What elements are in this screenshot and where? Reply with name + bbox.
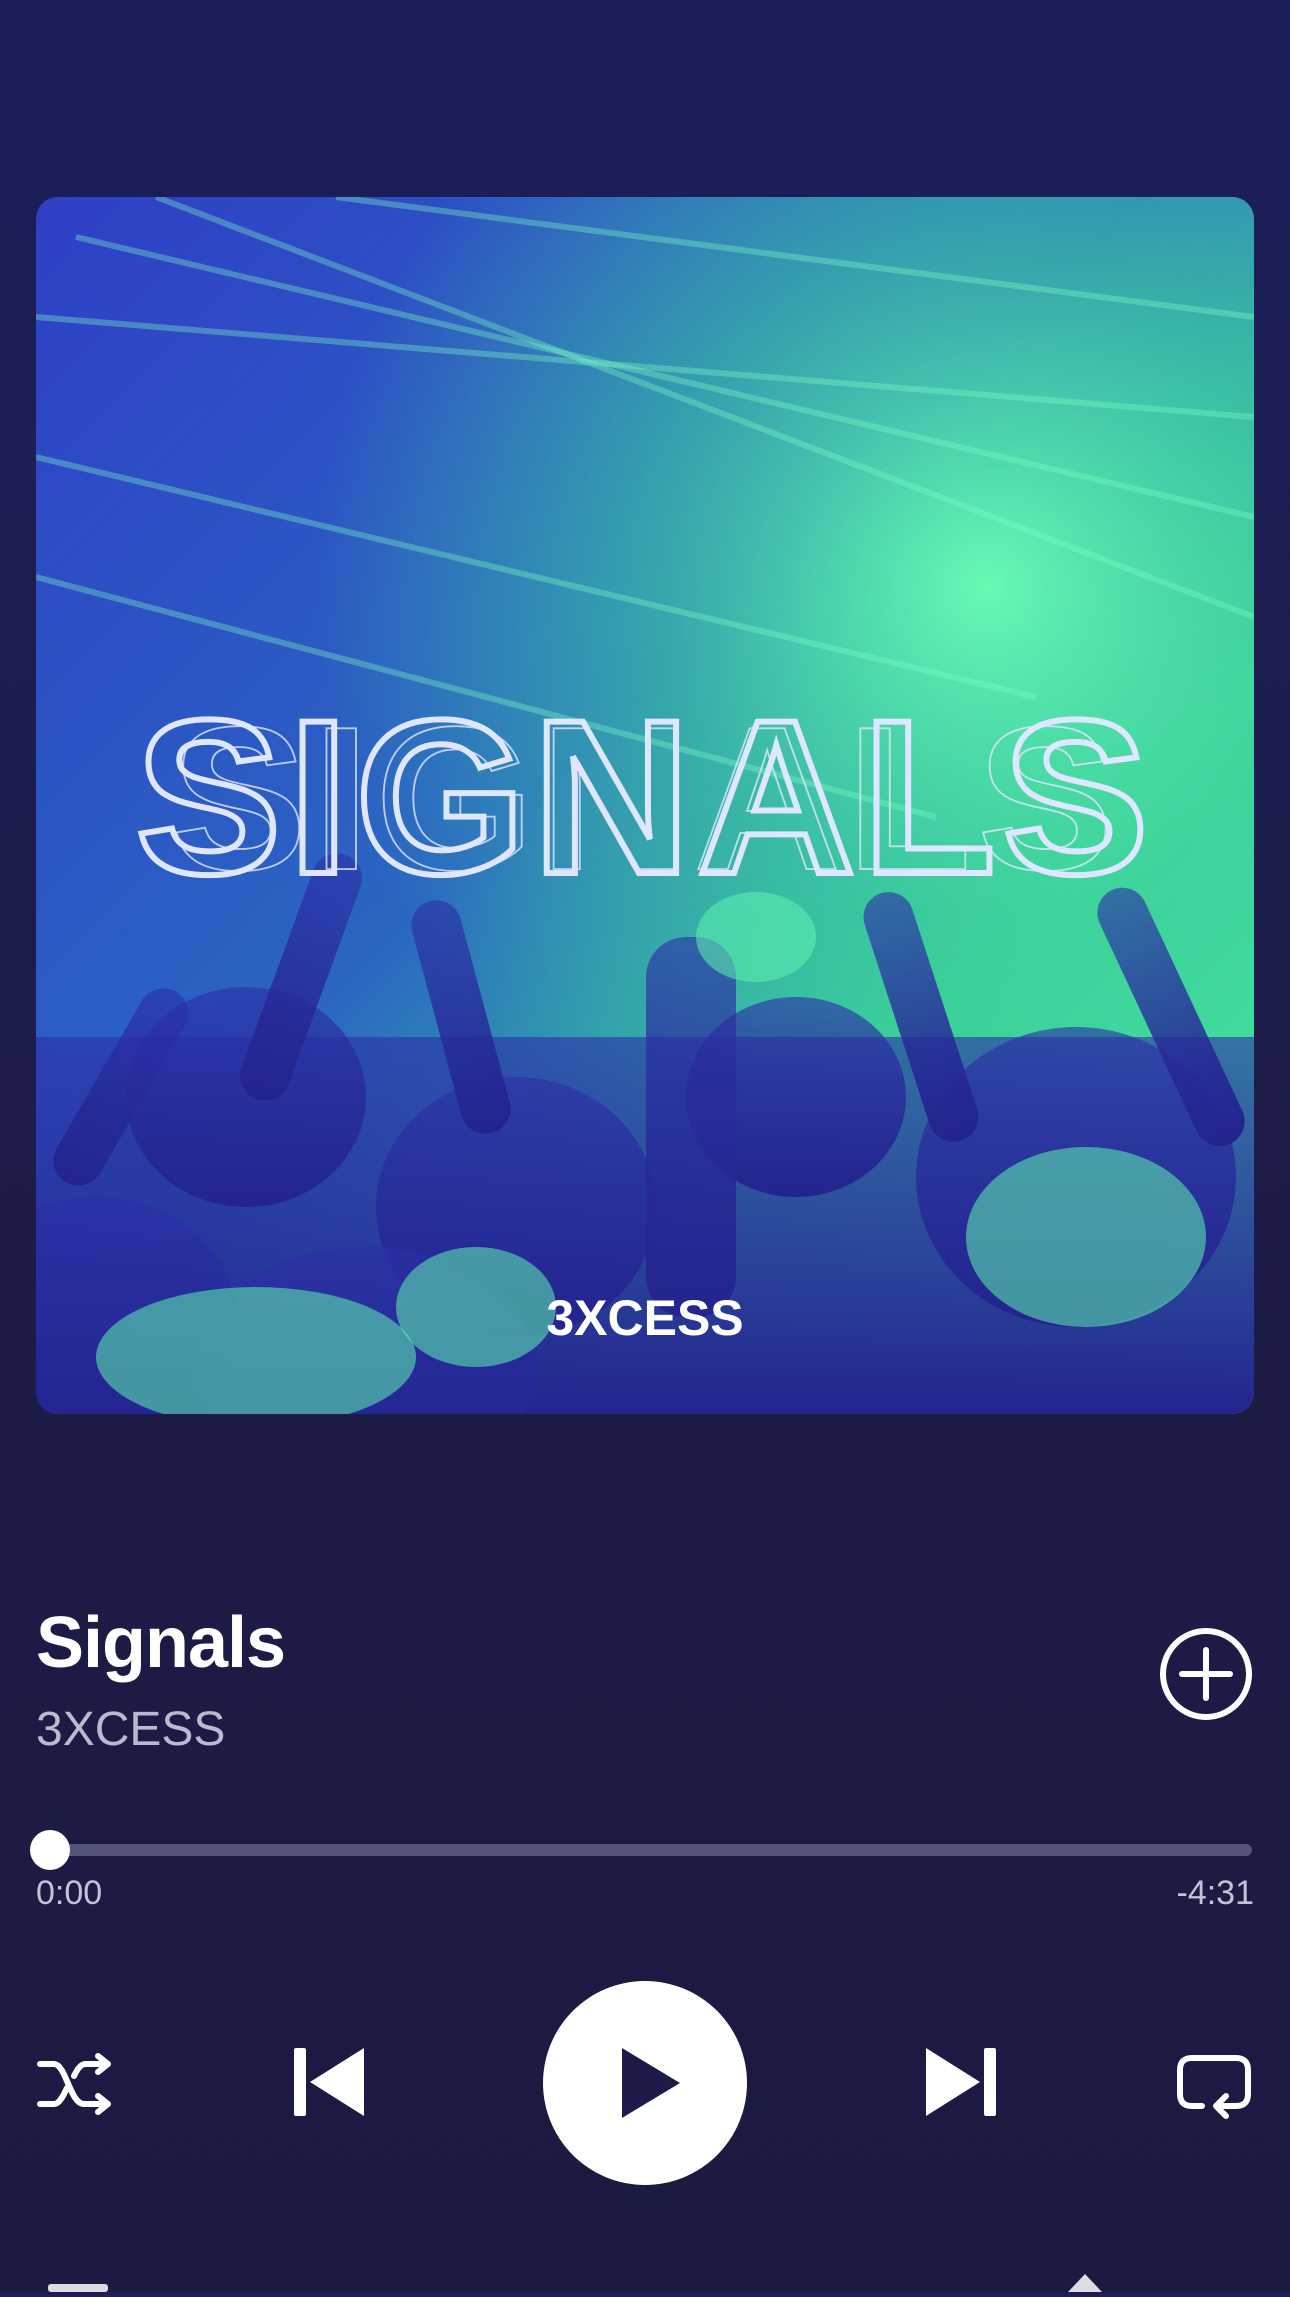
add-circle-icon (1160, 1628, 1252, 1720)
next-track-button[interactable] (918, 2040, 1002, 2124)
play-button[interactable] (543, 1981, 747, 2185)
album-art-artist: 3XCESS (546, 1290, 743, 1346)
skip-previous-icon (294, 2048, 364, 2116)
progress-thumb[interactable] (30, 1830, 70, 1870)
play-icon (622, 2048, 680, 2118)
shuffle-icon (37, 2053, 111, 2115)
shuffle-button[interactable] (36, 2044, 116, 2124)
add-to-library-button[interactable] (1158, 1626, 1254, 1722)
album-artwork: SIGNALS SIGNALS 3XCESS (36, 197, 1254, 1414)
time-elapsed: 0:00 (36, 1874, 103, 1912)
time-remaining: -4:31 (1176, 1874, 1255, 1912)
lyrics-icon[interactable] (48, 2276, 108, 2292)
repeat-icon (1177, 2055, 1251, 2119)
progress-bar[interactable] (30, 1830, 1252, 1870)
skip-next-icon (926, 2048, 996, 2116)
track-title: Signals (36, 1603, 286, 1683)
previous-track-button[interactable] (288, 2040, 372, 2124)
airplay-icon[interactable] (1060, 2272, 1110, 2292)
track-info: Signals 3XCESS (36, 1600, 1254, 1760)
album-art-title-inner-stroke: SIGNALS (171, 685, 1119, 913)
track-artist[interactable]: 3XCESS (36, 1700, 225, 1760)
repeat-button[interactable] (1174, 2044, 1254, 2124)
